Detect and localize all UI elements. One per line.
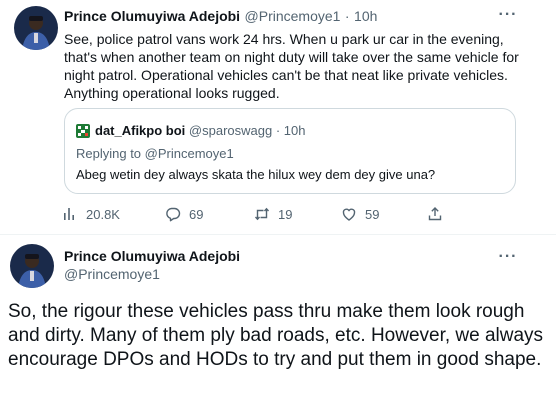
author-avatar[interactable] — [14, 6, 58, 50]
author-handle[interactable]: @Princemoye1 — [64, 266, 160, 282]
separator-dot: · — [275, 123, 281, 138]
like-button[interactable]: 59 — [341, 206, 379, 222]
retweet-count: 19 — [278, 206, 293, 222]
more-options-icon[interactable]: ··· — [498, 7, 518, 30]
views-icon — [64, 208, 74, 220]
quoted-tweet-timestamp: 10h — [283, 123, 306, 138]
quoted-author-handle: @sparoswagg — [188, 123, 273, 138]
views-count: 20.8K — [86, 206, 120, 222]
quoted-tweet-header: dat_Afikpo boi @sparoswagg · 10h — [95, 123, 306, 138]
author-avatar[interactable] — [10, 244, 54, 288]
reply-count: 69 — [189, 206, 204, 222]
tweet-header: Prince Olumuyiwa Adejobi @Princemoye1 · … — [64, 8, 377, 26]
reply-icon — [166, 207, 181, 222]
author-name[interactable]: Prince Olumuyiwa Adejobi — [64, 248, 240, 264]
heart-icon — [342, 208, 356, 221]
tweet-divider — [0, 234, 556, 235]
quote-avatar-icon — [76, 124, 90, 138]
reply-button[interactable]: 69 — [165, 206, 203, 222]
author-name[interactable]: Prince Olumuyiwa Adejobi — [64, 8, 240, 24]
share-button[interactable] — [427, 206, 451, 222]
quoted-tweet[interactable]: dat_Afikpo boi @sparoswagg · 10h Replyin… — [64, 108, 516, 194]
quoted-tweet-text: Abeg wetin dey always skata the hilux we… — [76, 167, 436, 182]
separator-dot: · — [344, 8, 350, 24]
tweet-text: See, police patrol vans work 24 hrs. Whe… — [64, 31, 519, 101]
quoted-author-name: dat_Afikpo boi — [95, 123, 186, 138]
author-handle[interactable]: @Princemoye1 — [245, 8, 341, 24]
tweet-timestamp[interactable]: 10h — [354, 8, 377, 24]
retweet-button[interactable]: 19 — [254, 206, 292, 222]
like-count: 59 — [365, 206, 380, 222]
tweet-text: So, the rigour these vehicles pass thru … — [8, 301, 544, 370]
views-button[interactable]: 20.8K — [62, 206, 120, 222]
more-options-icon[interactable]: ··· — [498, 249, 518, 272]
retweet-icon — [254, 207, 270, 221]
share-icon — [428, 207, 442, 221]
replying-to: Replying to @Princemoye1 — [76, 146, 234, 161]
